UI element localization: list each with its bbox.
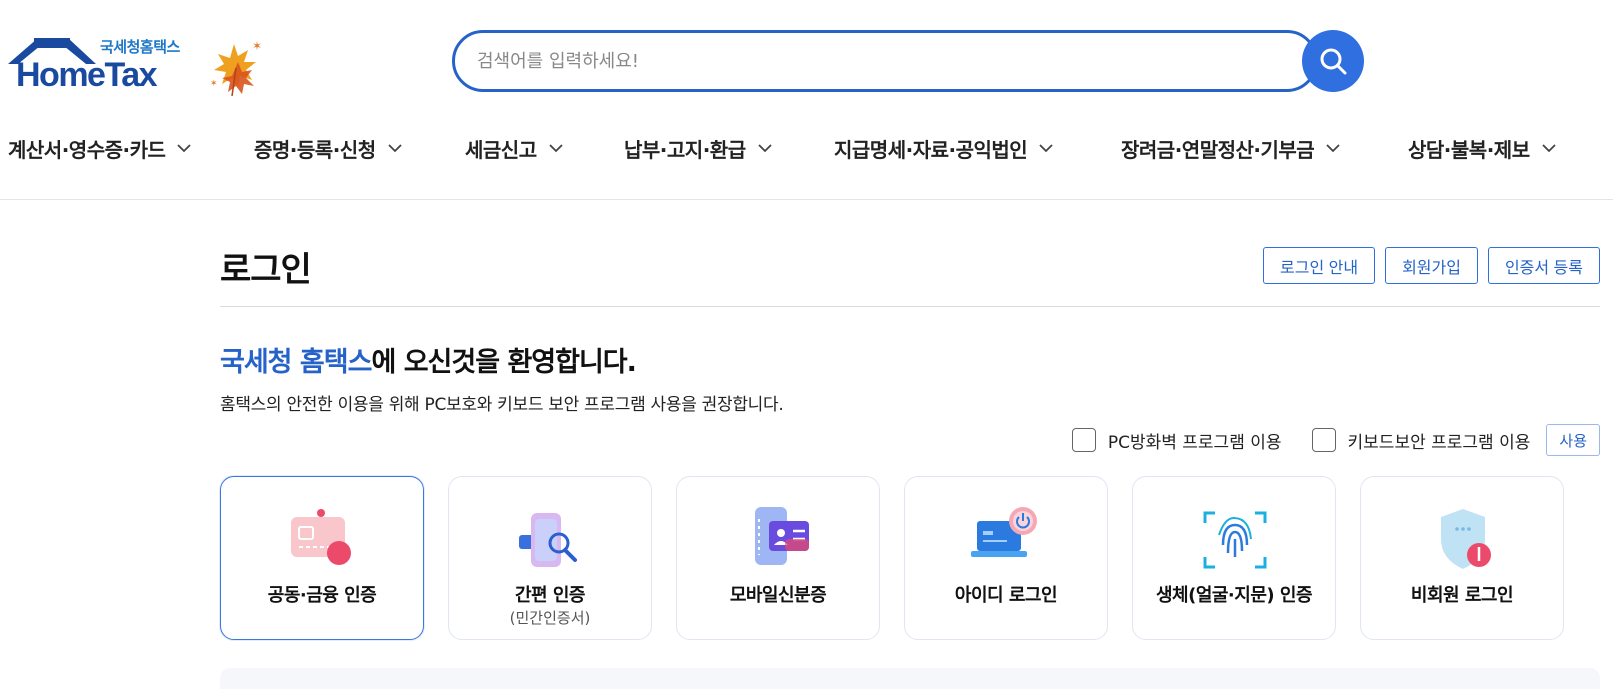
nav-item-consulting[interactable]: 상담·불복·제보 bbox=[1408, 128, 1556, 168]
firewall-label: PC방화벽 프로그램 이용 bbox=[1107, 432, 1282, 453]
keyboard-security-option[interactable]: 키보드보안 프로그램 이용 bbox=[1311, 428, 1531, 453]
nav-item-label: 상담·불복·제보 bbox=[1408, 137, 1530, 162]
nav-item-certificates[interactable]: 증명·등록·신청 bbox=[254, 128, 402, 168]
bottom-panel bbox=[220, 668, 1600, 689]
fingerprint-icon bbox=[1203, 511, 1267, 569]
card-label: 아이디 로그인 bbox=[954, 585, 1058, 606]
keyboard-security-label: 키보드보안 프로그램 이용 bbox=[1347, 432, 1531, 453]
login-methods: 공동·금융 인증 간편 인증 (민간인증서) 모바일신분증 아이디 로그인 생체… bbox=[220, 476, 1600, 640]
chevron-down-icon bbox=[757, 143, 772, 152]
chevron-down-icon bbox=[387, 143, 402, 152]
card-biometric[interactable]: 생체(얼굴·지문) 인증 bbox=[1132, 476, 1336, 640]
hometax-logo[interactable]: 국세청홈택스 HomeTax ✶ ✶ bbox=[8, 28, 268, 98]
page-title: 로그인 bbox=[220, 250, 312, 290]
nav-item-label: 계산서·영수증·카드 bbox=[8, 137, 166, 162]
card-label: 모바일신분증 bbox=[729, 585, 827, 606]
card-label: 비회원 로그인 bbox=[1410, 585, 1514, 606]
chevron-down-icon bbox=[1326, 143, 1340, 152]
nav-item-label: 지급명세·자료·공익법인 bbox=[834, 137, 1028, 162]
certificate-card-icon bbox=[291, 509, 351, 565]
firewall-option[interactable]: PC방화벽 프로그램 이용 bbox=[1071, 428, 1282, 453]
nav-item-payment[interactable]: 납부·고지·환급 bbox=[624, 128, 772, 168]
card-mobile-id[interactable]: 모바일신분증 bbox=[676, 476, 880, 640]
signup-button[interactable]: 회원가입 bbox=[1385, 247, 1478, 284]
search-button[interactable] bbox=[1302, 30, 1364, 92]
card-simple-auth[interactable]: 간편 인증 (민간인증서) bbox=[448, 476, 652, 640]
chevron-down-icon bbox=[177, 143, 192, 152]
firewall-checkbox[interactable] bbox=[1071, 428, 1096, 452]
search-input[interactable] bbox=[477, 33, 1257, 89]
nav-item-statements[interactable]: 지급명세·자료·공익법인 bbox=[834, 128, 1053, 168]
use-button[interactable]: 사용 bbox=[1546, 424, 1600, 456]
card-id-login[interactable]: 아이디 로그인 bbox=[904, 476, 1108, 640]
card-joint-financial-cert[interactable]: 공동·금융 인증 bbox=[220, 476, 424, 640]
nav-item-label: 세금신고 bbox=[465, 137, 537, 162]
svg-text:✶: ✶ bbox=[252, 39, 262, 53]
divider bbox=[220, 306, 1600, 307]
nav-item-tax-report[interactable]: 세금신고 bbox=[465, 128, 563, 168]
welcome-accent: 국세청 홈택스 bbox=[220, 347, 372, 378]
card-label: 간편 인증 bbox=[514, 585, 586, 606]
shield-icon bbox=[1441, 509, 1491, 569]
logo-wordmark: HomeTax bbox=[16, 56, 158, 94]
main-navigation: 계산서·영수증·카드 증명·등록·신청 세금신고 납부·고지·환급 지급명세·자… bbox=[0, 128, 1613, 168]
chevron-down-icon bbox=[548, 143, 563, 152]
nav-item-label: 증명·등록·신청 bbox=[254, 137, 376, 162]
search-icon bbox=[1320, 48, 1347, 75]
simple-auth-icon bbox=[519, 513, 577, 567]
certificate-register-button[interactable]: 인증서 등록 bbox=[1487, 247, 1600, 284]
chevron-down-icon bbox=[1039, 143, 1053, 152]
header-actions: 로그인 안내 회원가입 인증서 등록 bbox=[1263, 247, 1600, 284]
card-guest-login[interactable]: 비회원 로그인 bbox=[1360, 476, 1564, 640]
maple-leaf-icon: ✶ ✶ bbox=[210, 39, 262, 97]
card-label: 생체(얼굴·지문) 인증 bbox=[1155, 585, 1313, 606]
chevron-down-icon bbox=[1541, 143, 1556, 152]
svg-text:✶: ✶ bbox=[210, 79, 218, 89]
site-header: 국세청홈택스 HomeTax ✶ ✶ 계산서·영수증·카드 증명·등록·신청 세… bbox=[0, 0, 1613, 200]
login-guide-button[interactable]: 로그인 안내 bbox=[1263, 247, 1376, 284]
laptop-power-icon bbox=[971, 507, 1037, 557]
welcome-rest: 에 오신것을 환영합니다. bbox=[371, 347, 636, 378]
nav-item-label: 납부·고지·환급 bbox=[624, 137, 746, 162]
card-sublabel: (민간인증서) bbox=[509, 609, 591, 627]
nav-item-incentives[interactable]: 장려금·연말정산·기부금 bbox=[1121, 128, 1340, 168]
keyboard-security-checkbox[interactable] bbox=[1311, 428, 1336, 452]
welcome-heading: 국세청 홈택스에 오신것을 환영합니다. bbox=[220, 340, 637, 379]
search-box bbox=[452, 30, 1318, 92]
login-section: 로그인 로그인 안내 회원가입 인증서 등록 국세청 홈택스에 오신것을 환영합… bbox=[220, 200, 1600, 689]
security-options: PC방화벽 프로그램 이용 키보드보안 프로그램 이용 사용 bbox=[1071, 424, 1600, 456]
security-recommendation: 홈택스의 안전한 이용을 위해 PC보호와 키보드 보안 프로그램 사용을 권장… bbox=[220, 395, 784, 415]
logo-subtitle: 국세청홈택스 bbox=[100, 38, 180, 56]
nav-item-invoice[interactable]: 계산서·영수증·카드 bbox=[8, 128, 192, 168]
nav-item-label: 장려금·연말정산·기부금 bbox=[1121, 137, 1315, 162]
card-label: 공동·금융 인증 bbox=[267, 585, 377, 606]
mobile-id-icon bbox=[755, 507, 809, 565]
